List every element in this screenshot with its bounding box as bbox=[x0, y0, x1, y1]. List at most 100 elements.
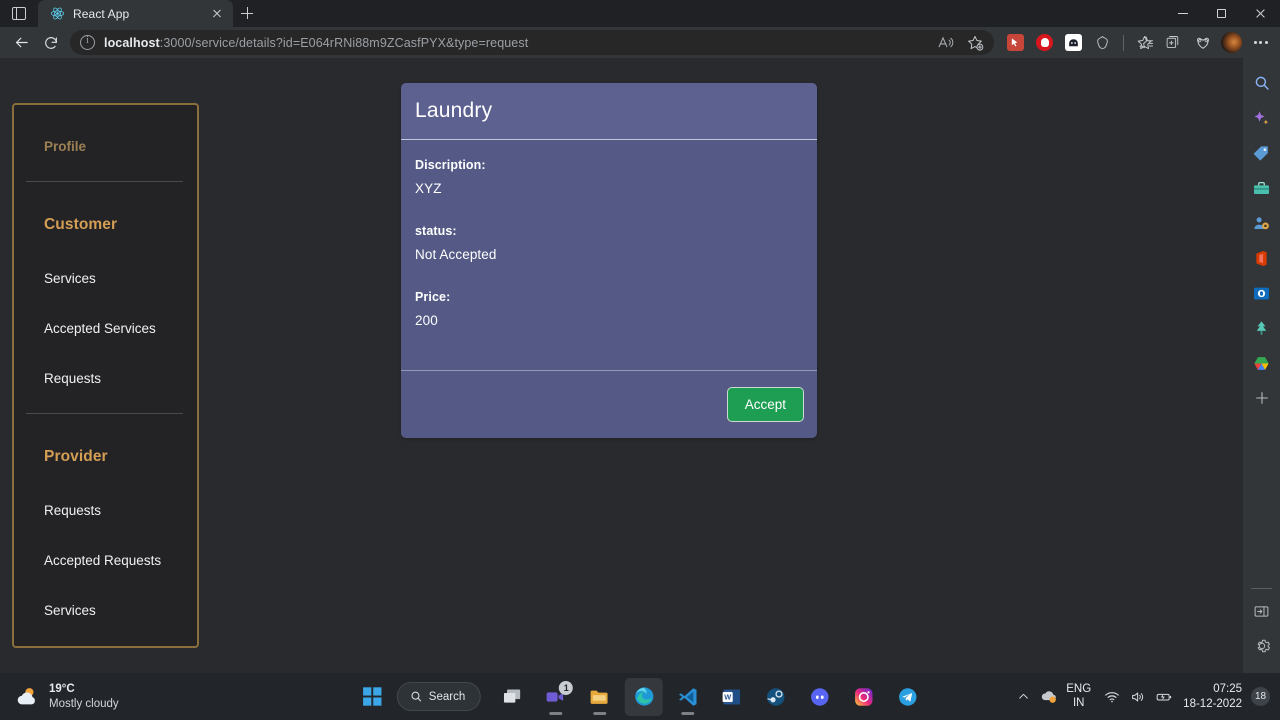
settings-more-icon bbox=[1253, 41, 1268, 44]
sidebar-item-tree[interactable] bbox=[1247, 313, 1277, 343]
file-explorer-button[interactable] bbox=[581, 678, 619, 716]
weather-text: 19°C Mostly cloudy bbox=[49, 682, 119, 711]
wifi-button[interactable] bbox=[1099, 678, 1125, 716]
tab-search-button[interactable] bbox=[0, 0, 38, 27]
side-menu: Profile Customer Services Accepted Servi… bbox=[12, 103, 199, 648]
edge-button[interactable] bbox=[625, 677, 664, 716]
sidebar-item-copilot[interactable] bbox=[1247, 103, 1277, 133]
start-button[interactable] bbox=[353, 678, 391, 716]
vscode-button[interactable] bbox=[669, 678, 707, 716]
telegram-button[interactable] bbox=[889, 678, 927, 716]
menu-item-customer-services[interactable]: Services bbox=[14, 271, 197, 286]
browser-window: React App localhost:3000/service/deta bbox=[0, 0, 1280, 720]
back-button[interactable] bbox=[6, 29, 36, 57]
status-badge: Not Accepted bbox=[415, 247, 497, 262]
show-hidden-icons-button[interactable] bbox=[1010, 678, 1036, 716]
sidebar-item-shopping[interactable] bbox=[1247, 138, 1277, 168]
menu-item-provider-services[interactable]: Services bbox=[14, 603, 197, 618]
discord-button[interactable] bbox=[801, 678, 839, 716]
edge-icon bbox=[635, 687, 654, 706]
url-text: localhost:3000/service/details?id=E064rR… bbox=[104, 36, 932, 50]
extensions-toolbar bbox=[1000, 29, 1274, 56]
field-status: status: Not Accepted bbox=[415, 224, 803, 262]
language-top: ENG bbox=[1066, 682, 1092, 695]
shopping-tag-icon bbox=[1253, 145, 1268, 161]
volume-button[interactable] bbox=[1125, 678, 1151, 716]
menu-item-provider-accepted-requests[interactable]: Accepted Requests bbox=[14, 553, 197, 568]
sidebar-item-search[interactable] bbox=[1247, 68, 1277, 98]
extension-red-button[interactable] bbox=[1002, 29, 1029, 56]
browser-essentials-button[interactable] bbox=[1089, 29, 1116, 56]
gear-icon bbox=[1257, 639, 1270, 653]
extension-heart-button[interactable] bbox=[1189, 29, 1216, 56]
new-tab-button[interactable] bbox=[233, 0, 261, 27]
tab-strip: React App bbox=[0, 0, 1280, 27]
onedrive-button[interactable] bbox=[1036, 678, 1062, 716]
sidebar-item-expand-panel[interactable] bbox=[1247, 596, 1277, 626]
menu-item-profile[interactable]: Profile bbox=[14, 139, 197, 154]
browser-tab[interactable]: React App bbox=[38, 0, 233, 27]
expand-panel-icon bbox=[1254, 605, 1269, 617]
weather-temperature: 19°C bbox=[49, 683, 75, 696]
office-icon bbox=[1256, 250, 1267, 266]
clock[interactable]: 07:25 18-12-2022 bbox=[1183, 682, 1242, 711]
add-favorite-icon bbox=[967, 35, 983, 51]
read-aloud-button[interactable] bbox=[932, 29, 959, 56]
taskbar-apps: Search 1 W bbox=[353, 677, 927, 716]
menu-item-provider-requests[interactable]: Requests bbox=[14, 503, 197, 518]
sidebar-item-outlook[interactable] bbox=[1247, 278, 1277, 308]
page-viewport: Profile Customer Services Accepted Servi… bbox=[0, 58, 1243, 673]
maximize-button[interactable] bbox=[1202, 0, 1241, 27]
partly-cloudy-icon bbox=[17, 687, 35, 704]
chevron-up-icon bbox=[1018, 693, 1028, 699]
settings-more-button[interactable] bbox=[1247, 29, 1274, 56]
file-explorer-icon bbox=[591, 690, 609, 704]
toolbar-divider bbox=[1123, 34, 1124, 51]
site-info-icon[interactable] bbox=[80, 35, 95, 50]
sidebar-item-games[interactable] bbox=[1247, 208, 1277, 238]
battery-button[interactable] bbox=[1151, 678, 1177, 716]
steam-button[interactable] bbox=[757, 678, 795, 716]
clock-time: 07:25 bbox=[1213, 683, 1242, 696]
weather-widget[interactable]: 19°C Mostly cloudy bbox=[14, 682, 119, 711]
extension-record-icon bbox=[1036, 34, 1053, 51]
react-logo-icon bbox=[50, 7, 65, 20]
task-view-icon bbox=[503, 689, 521, 703]
instagram-button[interactable] bbox=[845, 678, 883, 716]
word-button[interactable]: W bbox=[713, 678, 751, 716]
favorites-button[interactable] bbox=[1131, 29, 1158, 56]
games-icon bbox=[1254, 216, 1269, 229]
refresh-button[interactable] bbox=[36, 29, 66, 57]
maximize-icon bbox=[1217, 9, 1226, 18]
sidebar-item-add[interactable] bbox=[1247, 383, 1277, 413]
minimize-button[interactable] bbox=[1163, 0, 1202, 27]
sidebar-item-settings[interactable] bbox=[1247, 631, 1277, 661]
extension-dark-button[interactable] bbox=[1060, 29, 1087, 56]
menu-item-customer-requests[interactable]: Requests bbox=[14, 371, 197, 386]
profile-button[interactable] bbox=[1218, 29, 1245, 56]
menu-heading-customer: Customer bbox=[44, 216, 118, 233]
task-view-button[interactable] bbox=[493, 678, 531, 716]
extension-record-button[interactable] bbox=[1031, 29, 1058, 56]
sidebar-item-drive[interactable] bbox=[1247, 348, 1277, 378]
tabs-container: React App bbox=[0, 0, 261, 27]
browser-essentials-icon bbox=[1097, 36, 1108, 49]
omnibox-actions bbox=[932, 29, 988, 56]
menu-item-customer-accepted-services[interactable]: Accepted Services bbox=[14, 321, 197, 336]
word-icon: W bbox=[723, 689, 741, 704]
accept-button[interactable]: Accept bbox=[726, 386, 804, 423]
address-bar[interactable]: localhost:3000/service/details?id=E064rR… bbox=[70, 30, 994, 55]
collections-button[interactable] bbox=[1160, 29, 1187, 56]
menu-divider-2 bbox=[26, 413, 183, 414]
close-icon[interactable] bbox=[208, 5, 225, 22]
teams-button[interactable]: 1 bbox=[537, 678, 575, 716]
window-close-button[interactable] bbox=[1241, 0, 1280, 27]
taskbar-search[interactable]: Search bbox=[396, 682, 482, 711]
add-favorite-button[interactable] bbox=[961, 29, 988, 56]
sidebar-item-office[interactable] bbox=[1247, 243, 1277, 273]
tab-title: React App bbox=[73, 6, 130, 21]
notification-count-badge[interactable]: 18 bbox=[1251, 687, 1270, 706]
sidebar-item-tools[interactable] bbox=[1247, 173, 1277, 203]
language-indicator[interactable]: ENG IN bbox=[1066, 683, 1091, 711]
copilot-sparkle-icon bbox=[1254, 110, 1269, 124]
